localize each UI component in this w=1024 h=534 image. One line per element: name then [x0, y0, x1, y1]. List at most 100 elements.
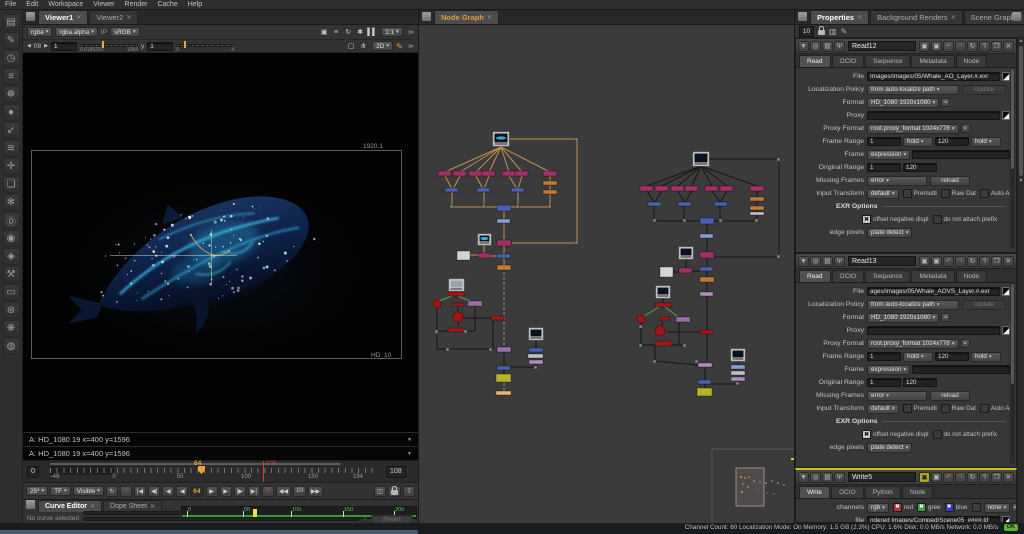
tab-viewer2[interactable]: Viewer2 ✕ [89, 10, 139, 24]
manage-knobs-icon[interactable]: ▣ [919, 255, 930, 267]
transport-fwd-2[interactable]: |▶ [233, 485, 246, 497]
auto-alpha-checkbox[interactable] [979, 404, 989, 413]
skip-forward-button[interactable]: ▶▶ [307, 485, 324, 497]
tab-properties[interactable]: Properties ✕ [810, 10, 870, 24]
close-icon[interactable]: ✕ [1003, 255, 1014, 267]
tab-sequence[interactable]: Sequence [865, 270, 911, 282]
transport-fwd-1[interactable]: ▶ [219, 485, 232, 497]
menu-help[interactable]: Help [188, 1, 202, 8]
gain-slider[interactable]: 0.0186251 1064 [79, 40, 138, 53]
visible-filter-dropdown[interactable]: Visible [72, 486, 104, 496]
3d-icon[interactable]: ❏ [2, 176, 20, 193]
time-icon[interactable]: ◷ [2, 50, 20, 67]
timeline-ruler[interactable] [50, 468, 378, 473]
sparkles-icon[interactable]: ❋ [2, 320, 20, 337]
viewer-image-area[interactable]: 1920,1 HD_10 [23, 53, 418, 432]
redo-icon[interactable]: ↷ [955, 255, 966, 267]
tab-background-renders[interactable]: Background Renders ✕ [870, 10, 963, 24]
missing-frames-dropdown[interactable]: error [867, 175, 927, 186]
postage-stamp-icon[interactable]: Ψ [834, 471, 845, 483]
pin-icon[interactable]: ❐ [991, 255, 1002, 267]
localization-dropdown[interactable]: from auto-localize path [867, 84, 959, 95]
close-icon[interactable]: ✕ [126, 14, 131, 21]
frame-range-end-input[interactable]: 120 [935, 352, 969, 361]
toolsets-icon[interactable]: ⚒ [2, 266, 20, 283]
2d-3d-dropdown[interactable]: 2D [372, 41, 394, 51]
file-browser-icon[interactable] [1002, 516, 1010, 522]
input-transform-dropdown[interactable]: default [867, 403, 899, 414]
premultiplied-checkbox[interactable] [902, 189, 912, 198]
redo-icon[interactable]: ↷ [955, 40, 966, 52]
close-icon[interactable]: ✕ [857, 14, 862, 21]
more-chevron-icon[interactable]: ≫ [408, 29, 414, 36]
dock-button[interactable]: ↧ [403, 485, 415, 497]
tab-sequence[interactable]: Sequence [865, 55, 911, 67]
update-button[interactable]: Update [962, 84, 1006, 95]
panel-menu-button[interactable] [1012, 12, 1021, 21]
panel-menu-button[interactable] [26, 500, 35, 509]
edge-pixels-dropdown[interactable]: plate detect [867, 227, 913, 238]
menu-edit[interactable]: Edit [26, 1, 38, 8]
gain-input[interactable]: 1 [50, 41, 77, 51]
transport-back-3[interactable]: ◀ [176, 485, 189, 497]
equals-button[interactable]: = [960, 339, 970, 348]
pin-icon[interactable]: ❐ [991, 471, 1002, 483]
transport-back-0[interactable]: |◀ [133, 485, 147, 497]
edit-pencil-icon[interactable]: ✎ [841, 27, 848, 36]
file-browser-icon[interactable] [1002, 111, 1010, 120]
deep-icon[interactable]: Ⓓ [2, 212, 20, 229]
scroll-down-icon[interactable]: ▼ [1018, 178, 1024, 184]
help-icon[interactable]: ? [979, 471, 990, 483]
frame-expression-input[interactable] [912, 365, 1010, 374]
viewer-process-dropdown[interactable]: sRGB [110, 27, 140, 37]
tab-ocio[interactable]: OCIO [831, 55, 865, 67]
curve-slider-track[interactable] [83, 511, 180, 515]
menu-cache[interactable]: Cache [157, 1, 177, 8]
collapse-icon[interactable]: ▼ [798, 40, 809, 52]
premultiplied-checkbox[interactable] [902, 404, 912, 413]
center-in-dag-icon[interactable]: ◎ [810, 471, 821, 483]
attach-prefix-checkbox[interactable] [932, 430, 942, 439]
collapse-icon[interactable]: ▼ [798, 471, 809, 483]
postage-stamp-icon[interactable]: Ψ [834, 40, 845, 52]
stack-lines-icon[interactable]: ≡ [330, 27, 342, 38]
transport-fwd-0[interactable]: ▶ [205, 485, 218, 497]
file-input[interactable]: Images/images/05/Whale_AO_Layer.#.exr [867, 72, 1000, 81]
tab-viewer1[interactable]: Viewer1 ✕ [38, 10, 89, 24]
undo-icon[interactable]: ↶ [943, 471, 954, 483]
green-checkbox[interactable] [916, 503, 926, 512]
viewer-timeline[interactable]: 0 -49 0 50 100 150 194 64 108 108 [23, 460, 418, 483]
alpha-checkbox[interactable] [971, 503, 981, 512]
loop-mode-button[interactable]: ↻ [105, 485, 118, 497]
help-icon[interactable]: ? [979, 255, 990, 267]
missing-frames-dropdown[interactable]: error [867, 390, 927, 401]
float-panel-icon[interactable]: ▣ [931, 471, 942, 483]
frame-range-start-input[interactable]: 1 [867, 352, 901, 361]
transport-back-2[interactable]: ◀ [162, 485, 175, 497]
proxy-format-dropdown[interactable]: root.proxy_format 1024x778 [867, 123, 959, 134]
revert-icon[interactable]: ↻ [967, 255, 978, 267]
curve-progress-track[interactable] [83, 517, 359, 521]
frame-increment-box[interactable]: 10 [293, 485, 306, 497]
tab-write[interactable]: Write [799, 486, 831, 498]
other-icon[interactable]: ▭ [2, 284, 20, 301]
playback-mode-dropdown[interactable]: TF [50, 486, 71, 496]
manage-knobs-icon[interactable]: ▣ [919, 471, 930, 483]
close-icon[interactable]: ✕ [951, 14, 956, 21]
raw-data-checkbox[interactable] [940, 189, 950, 198]
tab-node[interactable]: Node [901, 486, 934, 498]
input-link-icon[interactable]: ⋔ [357, 41, 369, 52]
hide-input-icon[interactable]: ▤ [822, 40, 833, 52]
float-panel-icon[interactable]: ▣ [931, 255, 942, 267]
node-name-input[interactable]: Write5 [848, 472, 916, 482]
grid-icon[interactable]: ▥ [829, 27, 837, 36]
prev-arrow-icon[interactable]: ◀ [27, 43, 31, 49]
color-icon[interactable]: ☸ [2, 86, 20, 103]
tab-node[interactable]: Node [955, 55, 988, 67]
hold-dropdown[interactable]: hold [903, 351, 933, 362]
float-panel-icon[interactable]: ▣ [931, 40, 942, 52]
tab-ocio[interactable]: OCIO [831, 486, 864, 498]
gear-icon[interactable]: ✱ [354, 27, 366, 38]
refresh-icon[interactable]: ↻ [342, 27, 354, 38]
panel-scrollbar[interactable] [1010, 68, 1015, 249]
